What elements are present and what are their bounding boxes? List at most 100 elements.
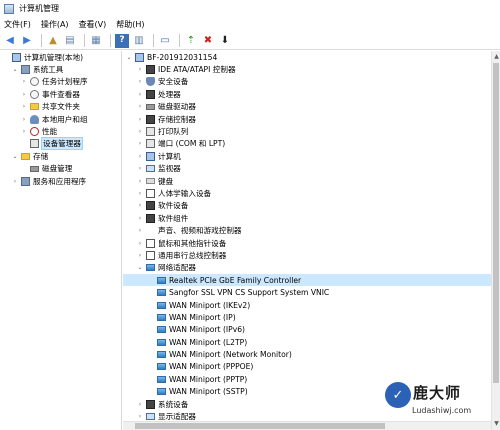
expand-toggle-icon[interactable]: › — [20, 103, 28, 110]
device-tree-item[interactable]: ⌄ 网络适配器 — [123, 262, 491, 274]
expand-toggle-icon[interactable]: › — [136, 202, 144, 209]
expand-toggle-icon[interactable]: › — [136, 215, 144, 222]
device-tree-item[interactable]: › 软件设备 — [123, 200, 491, 212]
device-tree-item[interactable]: Realtek PCIe GbE Family Controller — [123, 274, 491, 287]
menu-action[interactable]: 操作(A) — [41, 19, 69, 30]
console-tree-item[interactable]: › 性能 — [0, 125, 121, 137]
expand-toggle-icon[interactable]: ⌄ — [125, 54, 133, 61]
uninstall-device-icon[interactable]: ✖ — [201, 34, 215, 48]
console-tree-item[interactable]: 设备管理器 — [0, 137, 121, 151]
expand-toggle-icon[interactable]: › — [136, 66, 144, 73]
device-tree-item[interactable]: › 安全设备 — [123, 76, 491, 88]
expand-toggle-icon[interactable]: › — [136, 227, 144, 234]
console-tree-item[interactable]: 计算机管理(本地) — [0, 51, 121, 63]
horizontal-scrollbar[interactable] — [123, 421, 491, 430]
device-tree-item[interactable]: WAN Miniport (L2TP) — [123, 336, 491, 348]
monitor-icon[interactable]: ▭ — [158, 34, 172, 48]
device-tree-item[interactable]: › 存储控制器 — [123, 113, 491, 125]
device-tree-item[interactable]: ⌄ BF-201912031154 — [123, 51, 491, 63]
device-tree-item-label: 安全设备 — [158, 77, 189, 87]
show-hide-tree-icon[interactable]: ▤ — [63, 34, 77, 48]
device-tree-item[interactable]: Sangfor SSL VPN CS Support System VNIC — [123, 286, 491, 298]
device-tree-item[interactable]: › 磁盘驱动器 — [123, 101, 491, 113]
action-pane-icon[interactable]: ▥ — [132, 34, 146, 48]
expand-toggle-icon[interactable]: › — [136, 116, 144, 123]
network-adapter-icon — [157, 338, 166, 346]
expand-toggle-icon[interactable]: › — [11, 178, 19, 185]
expand-toggle-icon[interactable]: › — [20, 128, 28, 135]
expand-toggle-icon[interactable]: › — [136, 103, 144, 110]
device-tree-item[interactable]: › 键盘 — [123, 175, 491, 187]
scroll-up-icon[interactable]: ▲ — [493, 53, 500, 61]
expand-toggle-icon[interactable]: › — [136, 165, 144, 172]
console-tree-item[interactable]: › 任务计划程序 — [0, 76, 121, 88]
expand-toggle-icon[interactable]: › — [136, 78, 144, 85]
device-tree-item[interactable]: › 监视器 — [123, 163, 491, 175]
expand-toggle-icon[interactable]: › — [20, 91, 28, 98]
console-tree-item[interactable]: ⌄ 系统工具 — [0, 63, 121, 75]
scroll-thumb[interactable] — [493, 63, 499, 383]
device-tree-item-label: 处理器 — [158, 89, 181, 99]
expand-toggle-icon[interactable]: › — [136, 240, 144, 247]
device-tree-item[interactable]: › 软件组件 — [123, 212, 491, 224]
expand-toggle-icon[interactable]: › — [136, 91, 144, 98]
computer-management-icon — [4, 3, 14, 14]
device-tree-item[interactable]: WAN Miniport (Network Monitor) — [123, 348, 491, 360]
network-adapter-icon — [157, 375, 166, 383]
event-viewer-icon — [30, 89, 39, 99]
console-tree-item[interactable]: › 事件查看器 — [0, 88, 121, 100]
device-tree-item[interactable]: › 通用串行总线控制器 — [123, 249, 491, 261]
console-tree-item[interactable]: › 共享文件夹 — [0, 101, 121, 113]
expand-toggle-icon[interactable]: › — [136, 128, 144, 135]
console-tree-item[interactable]: ⌄ 存储 — [0, 150, 121, 162]
scroll-down-icon[interactable]: ▼ — [493, 420, 500, 428]
menu-view[interactable]: 查看(V) — [79, 19, 107, 30]
expand-toggle-icon[interactable]: ⌄ — [11, 153, 19, 160]
menu-help[interactable]: 帮助(H) — [116, 19, 144, 30]
device-tree-item[interactable]: › 计算机 — [123, 150, 491, 162]
properties-icon[interactable]: ▦ — [89, 34, 103, 48]
device-tree-item-label: WAN Miniport (L2TP) — [169, 337, 248, 347]
expand-toggle-icon[interactable]: › — [136, 401, 144, 408]
device-tree-item[interactable]: › 人体学输入设备 — [123, 187, 491, 199]
back-arrow-icon[interactable]: ◀ — [3, 34, 17, 48]
console-tree-item-label: 性能 — [42, 127, 58, 137]
device-tree-item[interactable]: › 处理器 — [123, 88, 491, 100]
forward-arrow-icon[interactable]: ▶ — [20, 34, 34, 48]
device-tree-item-label: Realtek PCIe GbE Family Controller — [169, 275, 302, 285]
expand-toggle-icon[interactable]: ⌄ — [11, 66, 19, 73]
expand-toggle-icon[interactable]: ⌄ — [136, 264, 144, 271]
expand-toggle-icon[interactable]: › — [136, 252, 144, 259]
expand-toggle-icon[interactable]: › — [136, 190, 144, 197]
menu-file[interactable]: 文件(F) — [4, 19, 31, 30]
vertical-scrollbar[interactable]: ▲ ▼ — [491, 51, 500, 430]
device-tree-item[interactable]: › 声音、视频和游戏控制器 — [123, 224, 491, 236]
ide-controller-icon — [146, 65, 155, 75]
help-icon[interactable]: ? — [115, 33, 129, 48]
device-tree-item[interactable]: › 打印队列 — [123, 125, 491, 137]
expand-toggle-icon[interactable]: › — [136, 413, 144, 420]
update-driver-icon[interactable]: ⇡ — [184, 34, 198, 48]
computer-icon — [135, 52, 144, 62]
device-tree-item-label: 软件设备 — [158, 201, 189, 211]
expand-toggle-icon[interactable]: › — [20, 78, 28, 85]
expand-toggle-icon[interactable]: › — [20, 116, 28, 123]
console-tree-item[interactable]: 磁盘管理 — [0, 163, 121, 175]
scan-hardware-icon[interactable]: ⬇ — [218, 34, 232, 48]
device-tree-item[interactable]: WAN Miniport (PPPOE) — [123, 361, 491, 373]
device-tree-item[interactable]: › 鼠标和其他指针设备 — [123, 237, 491, 249]
device-tree-item[interactable]: › 端口 (COM 和 LPT) — [123, 138, 491, 150]
security-device-icon — [146, 77, 155, 87]
device-tree-item[interactable]: WAN Miniport (IPv6) — [123, 324, 491, 336]
monitor-icon — [146, 165, 155, 173]
expand-toggle-icon[interactable]: › — [136, 140, 144, 147]
horizontal-scroll-thumb[interactable] — [135, 423, 385, 429]
expand-toggle-icon[interactable]: › — [136, 153, 144, 160]
device-tree-item[interactable]: › IDE ATA/ATAPI 控制器 — [123, 63, 491, 75]
console-tree-item[interactable]: › 服务和应用程序 — [0, 175, 121, 187]
console-tree-item[interactable]: › 本地用户和组 — [0, 113, 121, 125]
up-folder-icon[interactable]: ▲ — [46, 34, 60, 48]
device-tree-item[interactable]: WAN Miniport (IKEv2) — [123, 299, 491, 311]
device-tree-item[interactable]: WAN Miniport (IP) — [123, 311, 491, 323]
expand-toggle-icon[interactable]: › — [136, 178, 144, 185]
